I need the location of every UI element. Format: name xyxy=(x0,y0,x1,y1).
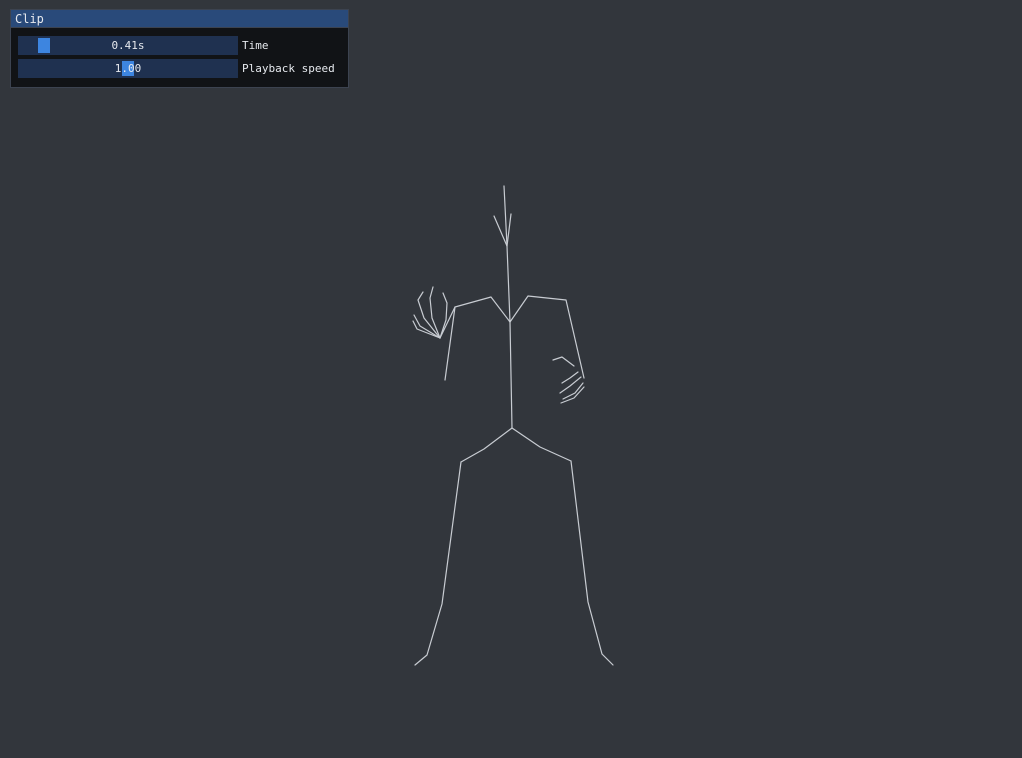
time-value: 0.41s xyxy=(111,39,145,52)
head-bone xyxy=(503,185,508,247)
left-finger-4 xyxy=(413,314,441,339)
panel-title[interactable]: Clip xyxy=(11,10,348,28)
right-finger-1 xyxy=(552,356,575,367)
playback-speed-value: 1.00 xyxy=(114,62,142,75)
playback-speed-slider[interactable]: 1.00 xyxy=(18,59,238,78)
hip-left-bone xyxy=(460,427,513,463)
time-slider[interactable]: 0.41s xyxy=(18,36,238,55)
clip-panel[interactable]: Clip 0.41s Time 1.00 Playback speed xyxy=(10,9,349,88)
spine-bone xyxy=(506,245,513,429)
left-arm-bone xyxy=(444,296,511,381)
head-right-bone xyxy=(506,213,512,247)
time-row: 0.41s Time xyxy=(18,36,269,55)
left-finger-2 xyxy=(429,286,441,339)
speed-row: 1.00 Playback speed xyxy=(18,59,335,78)
skeleton-figure xyxy=(412,185,614,666)
right-finger-3 xyxy=(559,376,582,394)
right-leg-bone xyxy=(570,460,614,666)
time-label: Time xyxy=(242,39,269,52)
3d-viewport[interactable] xyxy=(0,0,1022,758)
hip-right-bone xyxy=(511,427,572,462)
head-left-bone xyxy=(493,215,508,247)
playback-speed-label: Playback speed xyxy=(242,62,335,75)
left-leg-bone xyxy=(414,461,462,666)
